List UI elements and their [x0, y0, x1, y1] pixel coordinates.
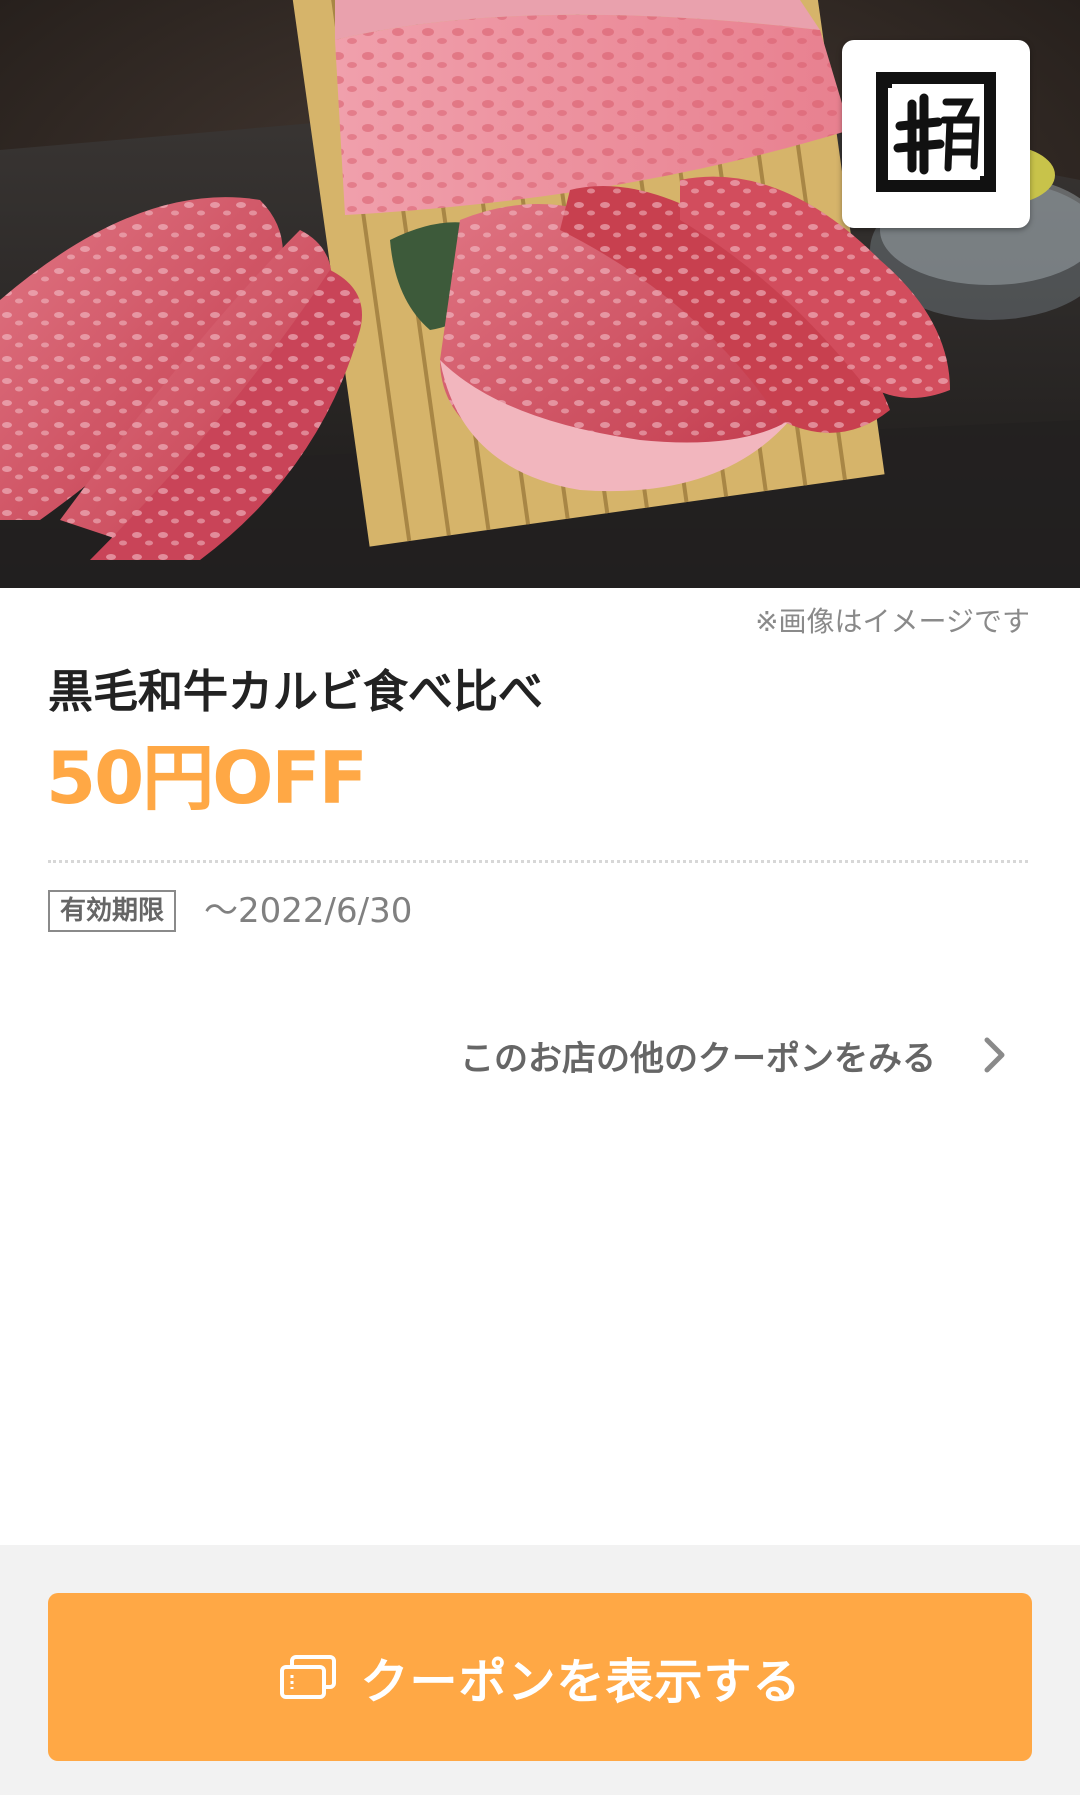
coupon-cards-icon: [280, 1655, 337, 1699]
hero-image: [0, 0, 1080, 588]
show-coupon-button-label: クーポンを表示する: [360, 1654, 802, 1710]
gyukaku-logo-icon: [876, 72, 996, 192]
coupon-detail-page: ※画像はイメージです 黒毛和牛カルビ食べ比べ 50円OFF 有効期限 〜2022…: [0, 0, 1080, 1795]
validity-date: 〜2022/6/30: [204, 891, 413, 931]
gyukaku-logo: [842, 40, 1030, 228]
dotted-divider: [48, 860, 1028, 863]
other-coupons-link-label: このお店の他のクーポンをみる: [460, 1038, 936, 1079]
validity-label-badge: 有効期限: [48, 890, 177, 932]
discount-amount: 50円OFF: [46, 736, 368, 820]
other-coupons-link[interactable]: このお店の他のクーポンをみる: [460, 1030, 1010, 1080]
show-coupon-button[interactable]: クーポンを表示する: [48, 1593, 1032, 1761]
chevron-right-icon: [984, 1037, 1005, 1073]
footer-bar: クーポンを表示する: [0, 1545, 1080, 1795]
coupon-title: 黒毛和牛カルビ食べ比べ: [48, 665, 544, 718]
image-disclaimer: ※画像はイメージです: [755, 605, 1030, 638]
